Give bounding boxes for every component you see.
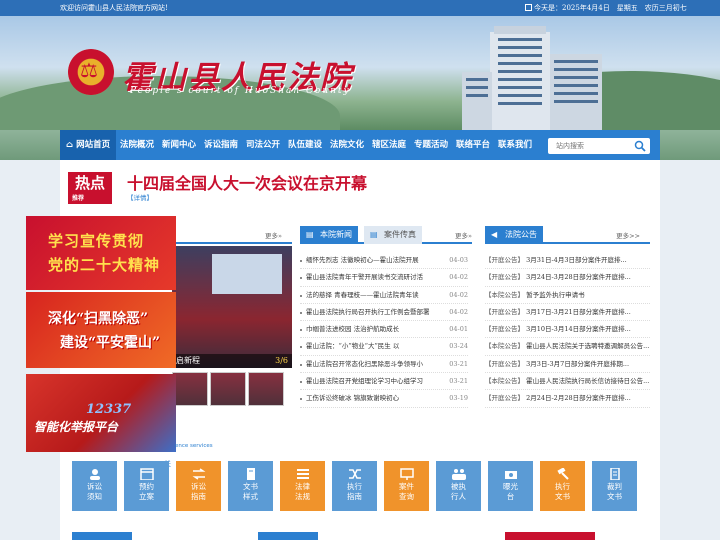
notice-item[interactable]: 【本院公告】 霍山县人民法院关于选聘特邀调解员公告... (485, 338, 650, 356)
tile-litigation-notice[interactable]: 诉讼 须知 (72, 461, 117, 511)
welcome-text: 欢迎访问霍山县人民法院官方网站! (60, 4, 168, 12)
tile-case-query[interactable]: 案件 查询 (384, 461, 429, 511)
ad-party-congress-banner[interactable]: 学习宣传贯彻 党的二十大精神 (26, 216, 176, 290)
nav-item-contact-us[interactable]: 联系我们 (498, 130, 532, 160)
tile-laws-regulations[interactable]: 法律 法规 (280, 461, 325, 511)
camera-icon (504, 471, 517, 479)
home-icon: ⌂ (66, 140, 74, 150)
tile-exposure-platform[interactable]: 曝光台 (488, 461, 533, 511)
nav-item-news-center[interactable]: 新闻中心 (162, 130, 196, 160)
tile-enforcement-guide[interactable]: 执行 指南 (332, 461, 377, 511)
top-bar: 欢迎访问霍山县人民法院官方网站! 今天是：2025年4月4日 星期五 农历三月初… (0, 0, 720, 16)
news-item[interactable]: 霍山县法院青年干警开展读书交流研讨活 04-02 (300, 269, 468, 287)
notice-item[interactable]: 【开庭公告】 3月24日-3月28日部分案件开庭排... (485, 269, 650, 287)
news-icon: ▤ (306, 230, 314, 239)
shuffle-icon (348, 469, 361, 479)
slide-caption: 启新程 3/6 (172, 354, 292, 368)
tab-court-notices[interactable]: ◀ 法院公告 (485, 226, 543, 244)
news-item[interactable]: 巾帼普法进校园 法治护航助成长 04-01 (300, 321, 468, 339)
tile-document-templates[interactable]: 文书 样式 (228, 461, 273, 511)
slideshow-header: 更多» (172, 226, 292, 244)
notice-item[interactable]: 【开庭公告】 3月17日-3月21日部分案件开庭排... (485, 304, 650, 322)
service-tiles: 诉讼 须知 预约 立案 诉讼 指南 文书 样式 法律 法规 执行 指南 案件 查询 被执 行人 … (72, 461, 648, 511)
slide-thumbnails (172, 370, 294, 408)
news-more-link[interactable]: 更多» (455, 230, 472, 240)
gavel-icon (556, 468, 569, 480)
megaphone-icon: ◀ (491, 230, 498, 239)
date-label: 今天是：2025年4月4日 星期五 农历三月初七 (534, 4, 687, 12)
news-item[interactable]: 霍山县法院执行局召开执行工作例会暨部署 04-02 (300, 304, 468, 322)
news-header: ▤ 本院新闻 ▤ 案件传真 更多» (300, 226, 472, 244)
courthouse-building-image (462, 26, 602, 130)
nav-item-judicial-openness[interactable]: 司法公开 (246, 130, 280, 160)
news-item[interactable]: 霍山法院：“小”物业“大”民生 以 03-24 (300, 338, 468, 356)
tab-case-fax[interactable]: ▤ 案件传真 (364, 226, 422, 244)
header-banner: 霍山县人民法院 People's court of HuoShan County (0, 16, 720, 130)
notice-list: 【开庭公告】 3月31日-4月3日部分案件开庭排... 【开庭公告】 3月24日… (485, 252, 650, 408)
tile-litigation-guide[interactable]: 诉讼 指南 (176, 461, 221, 511)
slide-counter: 3/6 (275, 356, 288, 365)
section-header-strip (258, 532, 318, 540)
tile-enforcement-documents[interactable]: 执行 文书 (540, 461, 585, 511)
slide-photo (212, 254, 282, 294)
tab-court-news[interactable]: ▤ 本院新闻 (300, 226, 358, 244)
news-item[interactable]: 工伤诉讼终破冰 锦旗致谢映初心 03-19 (300, 390, 468, 408)
notices-more-link[interactable]: 更多>> (616, 230, 640, 240)
recommend-label: 推荐 (72, 195, 85, 202)
book-icon (246, 468, 255, 480)
search-input[interactable] (548, 138, 628, 154)
nav-item-team-building[interactable]: 队伍建设 (288, 130, 322, 160)
calendar-icon (525, 4, 532, 11)
detail-link[interactable]: 【详情】 (127, 192, 153, 202)
nav-item-liaison-platform[interactable]: 联络平台 (456, 130, 490, 160)
nav-item-special-events[interactable]: 专题活动 (414, 130, 448, 160)
nav-item-district-courts[interactable]: 辖区法庭 (372, 130, 406, 160)
news-item[interactable]: 霍山县法院召开党组理论学习中心组学习 03-21 (300, 373, 468, 391)
slide-thumbnail[interactable] (172, 372, 208, 406)
ad-report-platform-banner[interactable]: 12337 智能化举报平台 (26, 374, 176, 452)
search-icon[interactable] (634, 140, 646, 152)
services-title-en: ence services (175, 443, 213, 449)
section-header-strip (72, 532, 132, 540)
site-subtitle: People's court of HuoShan County (130, 86, 351, 96)
hot-headline-link[interactable]: 十四届全国人大一次会议在京开幕 (127, 170, 367, 194)
section-header-strip (505, 532, 595, 540)
tile-appointment-filing[interactable]: 预约 立案 (124, 461, 169, 511)
notice-item[interactable]: 【开庭公告】 2月24日-2月28日部分案件开庭排... (485, 390, 650, 408)
notice-item[interactable]: 【开庭公告】 3月31日-4月3日部分案件开庭排... (485, 252, 650, 270)
document-icon (609, 468, 620, 480)
slide-thumbnail[interactable] (248, 372, 284, 406)
slide-thumbnail[interactable] (210, 372, 246, 406)
monitor-icon (399, 468, 414, 480)
nav-item-court-culture[interactable]: 法院文化 (330, 130, 364, 160)
photo-slideshow[interactable] (172, 246, 292, 368)
slideshow-more-link[interactable]: 更多» (265, 230, 282, 240)
notice-item[interactable]: 【本院公告】 暂予监外执行申请书 (485, 287, 650, 304)
notice-item[interactable]: 【开庭公告】 3月10日-3月14日部分案件开庭排... (485, 321, 650, 339)
user-icon (89, 469, 100, 480)
news-item[interactable]: 霍山法院召开常态化扫黑除恶斗争领导小 03-21 (300, 356, 468, 374)
people-icon (451, 469, 466, 480)
ad-anti-crime-banner[interactable]: 深化“扫黑除恶” 建设“平安霍山” (26, 292, 176, 368)
exchange-icon (192, 468, 205, 480)
tile-persons-subject-to-enforcement[interactable]: 被执 行人 (436, 461, 481, 511)
notice-item[interactable]: 【开庭公告】 3月3日-3月7日部分案件开庭排期... (485, 356, 650, 374)
list-icon (296, 469, 309, 479)
court-emblem-icon (68, 49, 114, 95)
nav-item-home[interactable]: ⌂ 网站首页 (60, 130, 116, 160)
hot-topic-badge: 热点 推荐 (68, 172, 112, 204)
tile-judgment-documents[interactable]: 裁判 文书 (592, 461, 637, 511)
calendar-icon (139, 468, 154, 480)
notices-header: ◀ 法院公告 更多>> (485, 226, 650, 244)
news-list: 缅怀先烈志 法徽映初心—霍山法院开展 04-03 霍山县法院青年干警开展读书交流研… (300, 252, 468, 408)
nav-item-litigation-guide[interactable]: 诉讼指南 (204, 130, 238, 160)
nav-item-court-overview[interactable]: 法院概况 (120, 130, 154, 160)
fax-icon: ▤ (370, 230, 378, 239)
date-text: 今天是：2025年4月4日 星期五 农历三月初七 (525, 3, 687, 13)
news-item[interactable]: 缅怀先烈志 法徽映初心—霍山法院开展 04-03 (300, 252, 468, 270)
notice-item[interactable]: 【本院公告】 霍山县人民法院执行局长信访接待日公告... (485, 373, 650, 391)
news-item[interactable]: 法的慈择 青春理枝——霍山法院青年读 04-02 (300, 287, 468, 304)
